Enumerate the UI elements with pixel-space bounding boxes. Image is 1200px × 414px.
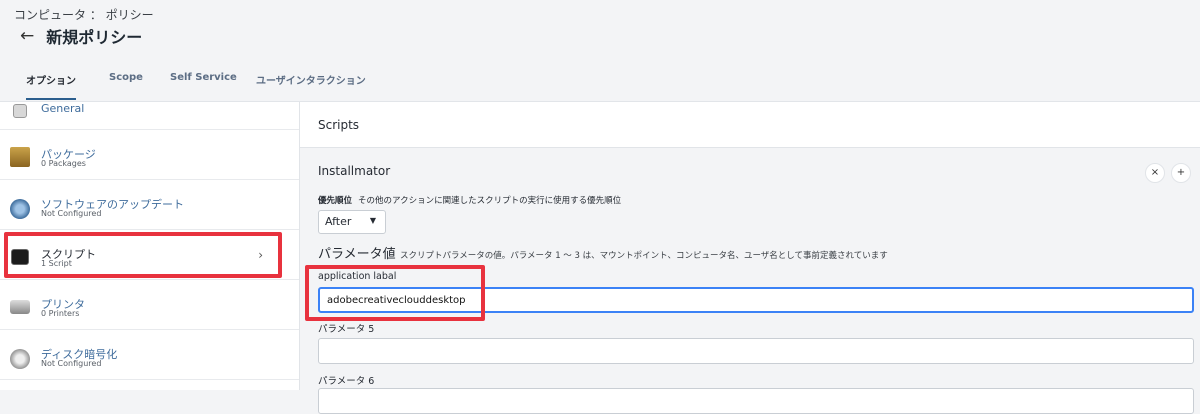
sidebar-item-subtitle: 0 Packages — [41, 159, 86, 168]
sidebar-item-subtitle: Not Configured — [41, 359, 102, 368]
page-header: コンピュータ ： ポリシー ← 新規ポリシー — [0, 0, 1200, 58]
priority-select-value: After — [325, 215, 352, 228]
sidebar-item-printers[interactable]: プリンタ 0 Printers — [0, 280, 299, 330]
param6-input[interactable] — [318, 388, 1194, 414]
highlight-box-parameter — [305, 265, 485, 321]
tab-bar: オプション Scope Self Service ユーザインタラクション — [0, 58, 1200, 102]
priority-description: その他のアクションに関連したスクリプトの実行に使用する優先順位 — [358, 196, 622, 206]
section-header: Scripts — [300, 102, 1200, 148]
title-row: ← 新規ポリシー — [20, 24, 142, 48]
sidebar-item-subtitle: Not Configured — [41, 209, 102, 218]
priority-label: 優先順位 その他のアクションに関連したスクリプトの実行に使用する優先順位 — [318, 194, 621, 206]
page-title: 新規ポリシー — [46, 28, 143, 47]
software-update-icon — [10, 199, 30, 219]
general-icon — [13, 104, 27, 118]
breadcrumb[interactable]: コンピュータ ： ポリシー — [14, 6, 154, 23]
sidebar-item-subtitle: 0 Printers — [41, 309, 80, 318]
highlight-box-scripts — [4, 232, 282, 278]
sidebar-item-label: General — [41, 102, 85, 115]
section-title: Scripts — [318, 118, 360, 132]
printer-icon — [10, 300, 30, 314]
sidebar-item-packages[interactable]: パッケージ 0 Packages — [0, 130, 299, 180]
disk-encryption-icon — [10, 349, 30, 369]
sidebar-item-software-update[interactable]: ソフトウェアのアップデート Not Configured — [0, 180, 299, 230]
package-icon — [10, 147, 30, 167]
priority-select[interactable]: After ▼ — [318, 210, 386, 234]
main-content: Scripts Installmator × + 優先順位 その他のアクションに関… — [300, 102, 1200, 414]
parameters-description: スクリプトパラメータの値。パラメータ 1 〜 3 は、マウントポイント、コンピュ… — [400, 251, 888, 261]
priority-title: 優先順位 — [318, 196, 353, 206]
script-name: Installmator — [318, 164, 391, 178]
sidebar-item-disk-encryption[interactable]: ディスク暗号化 Not Configured — [0, 330, 299, 380]
sidebar: General パッケージ 0 Packages ソフトウェアのアップデート N… — [0, 102, 300, 390]
tab-user-interaction[interactable]: ユーザインタラクション — [256, 72, 366, 87]
add-script-button[interactable]: + — [1171, 163, 1191, 183]
back-arrow-icon[interactable]: ← — [20, 26, 34, 46]
tab-options[interactable]: オプション — [26, 72, 76, 100]
caret-down-icon: ▼ — [369, 216, 376, 225]
param5-input[interactable] — [318, 338, 1194, 364]
field-label-param5: パラメータ 5 — [318, 324, 375, 335]
parameters-heading: パラメータ値 — [318, 247, 396, 262]
remove-script-button[interactable]: × — [1145, 163, 1165, 183]
tab-self-service[interactable]: Self Service — [170, 72, 237, 83]
sidebar-item-general[interactable]: General — [0, 102, 299, 130]
field-label-param6: パラメータ 6 — [318, 376, 375, 387]
tab-scope[interactable]: Scope — [109, 72, 143, 83]
